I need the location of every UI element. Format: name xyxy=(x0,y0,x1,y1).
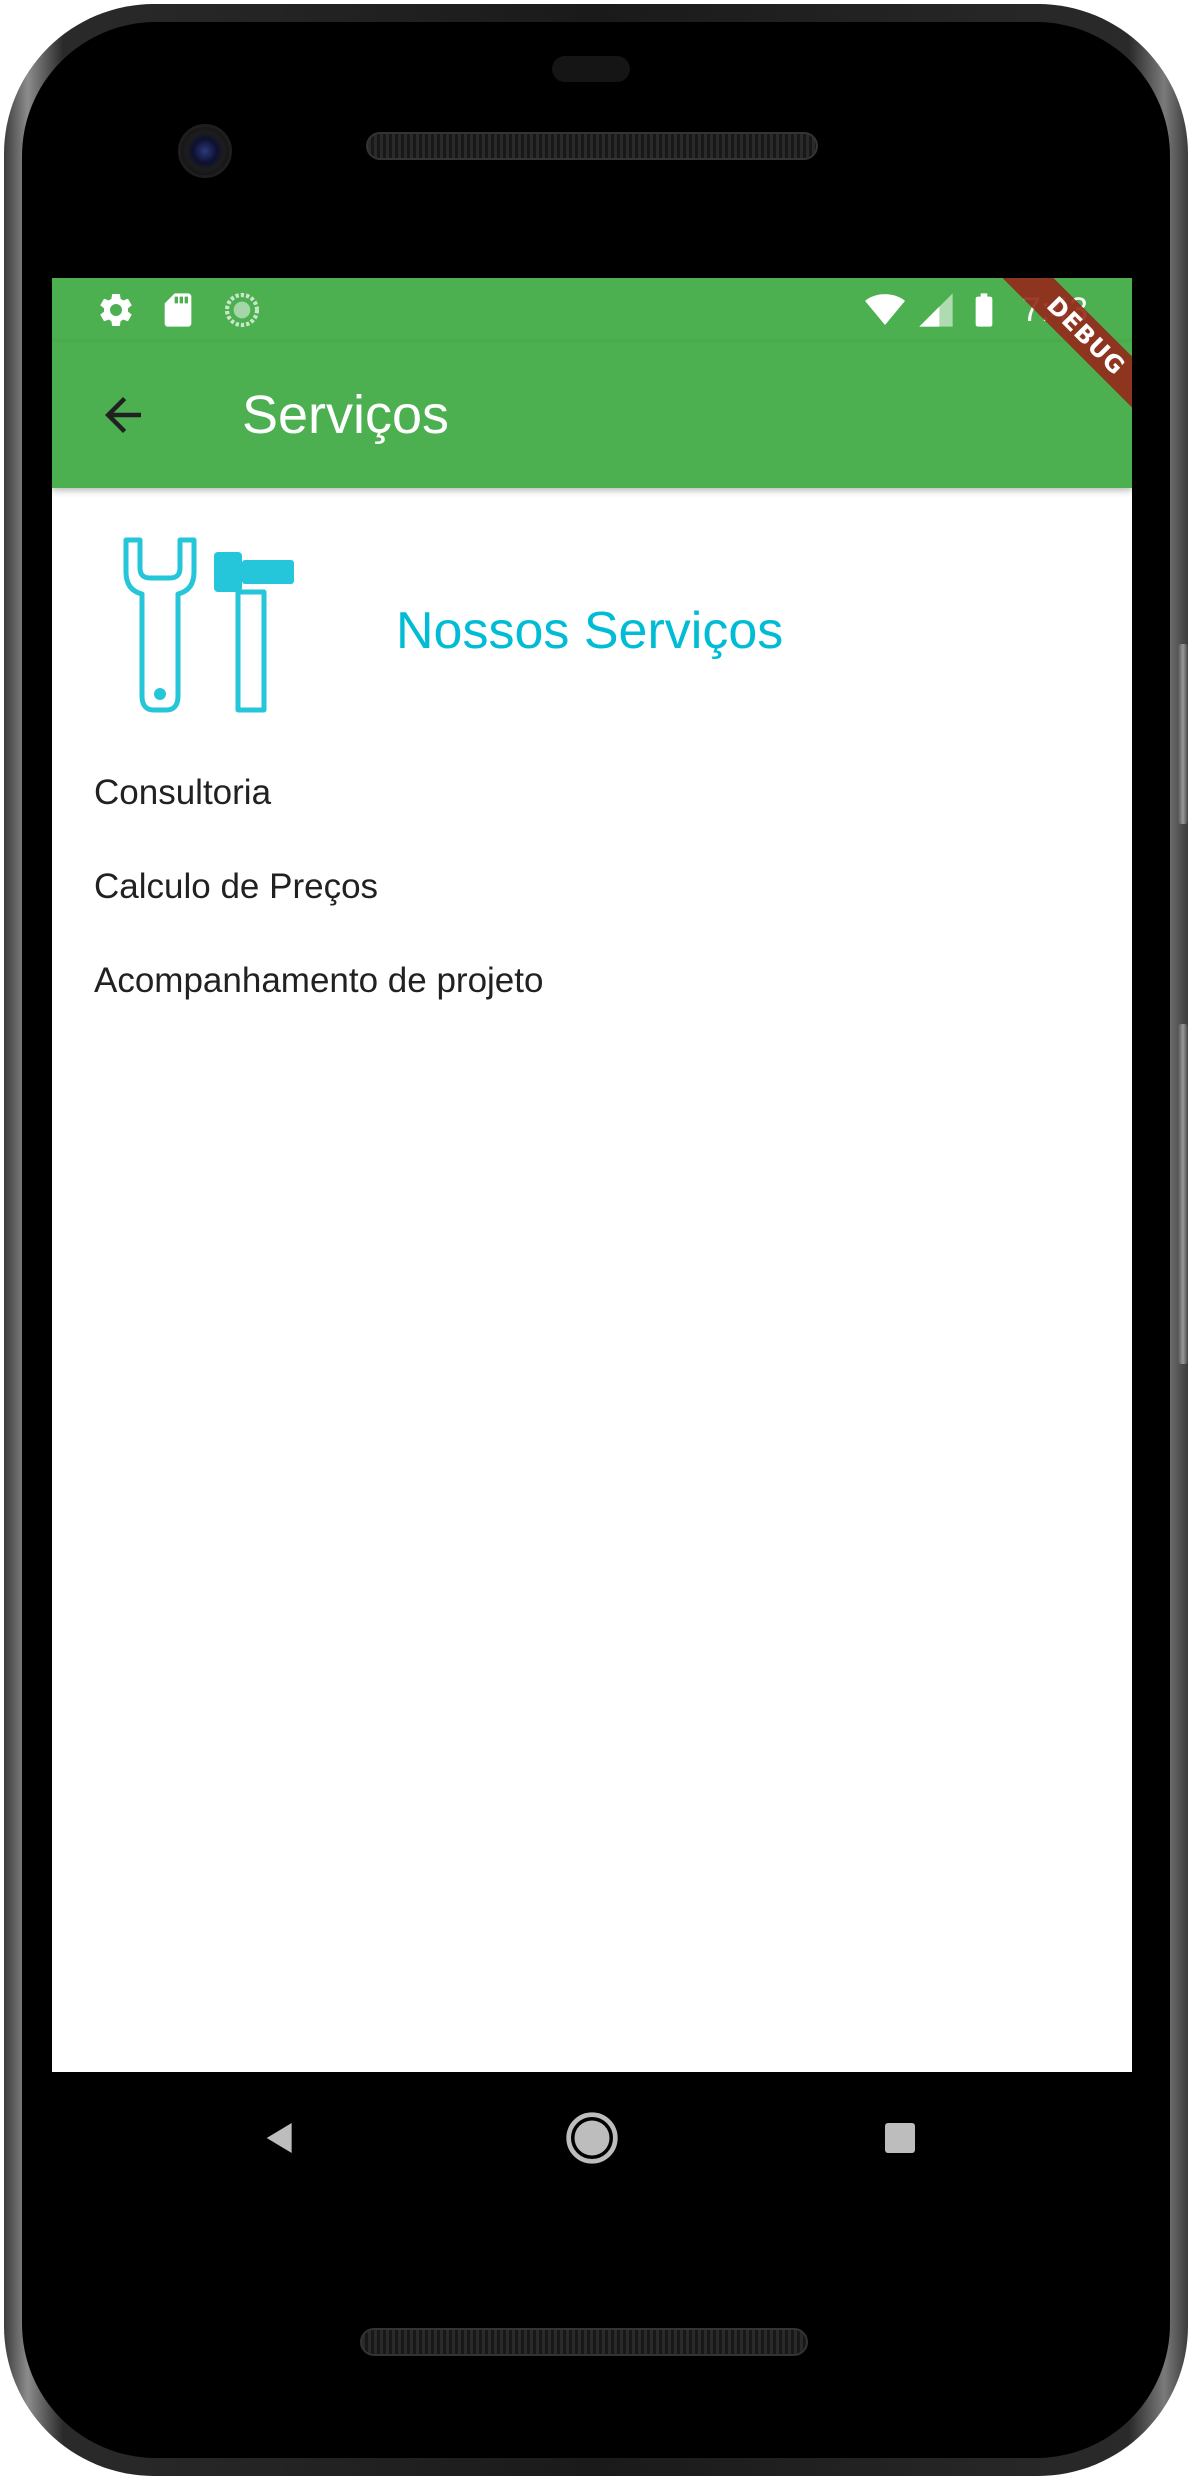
status-time: 7:43 xyxy=(1021,291,1088,329)
bottom-speaker-grille xyxy=(360,2328,808,2356)
navigation-bar xyxy=(52,2072,1132,2202)
nav-back-button[interactable] xyxy=(238,2096,322,2180)
list-item: Consultoria xyxy=(94,773,272,812)
recents-nav-icon xyxy=(885,2123,915,2153)
list-item: Acompanhamento de projeto xyxy=(94,961,544,1000)
front-camera xyxy=(178,124,232,178)
list-item: Calculo de Preços xyxy=(94,867,379,906)
status-bar: 7:43 xyxy=(52,278,1132,342)
page-title: Serviços xyxy=(242,385,450,445)
top-speaker-grille xyxy=(366,132,818,160)
volume-button xyxy=(1178,1024,1188,1364)
services-header: Nossos Serviços xyxy=(108,528,1088,728)
nav-home-button[interactable] xyxy=(550,2096,634,2180)
nav-recents-button[interactable] xyxy=(858,2096,942,2180)
sync-icon xyxy=(224,292,260,328)
sd-card-icon xyxy=(164,293,192,327)
battery-icon xyxy=(975,293,993,327)
tools-icon xyxy=(123,537,294,713)
power-button xyxy=(1178,644,1188,824)
arrow-back-icon xyxy=(105,397,141,433)
back-button[interactable] xyxy=(78,370,168,460)
app-screen: 7:43 Serviços DEBUG Nossos Serviços Cons… xyxy=(52,278,1132,2072)
app-bar: Serviços xyxy=(52,342,1132,488)
home-nav-icon xyxy=(566,2112,618,2164)
signal-icon xyxy=(919,293,953,327)
earpiece-slot xyxy=(552,56,630,82)
settings-icon xyxy=(100,293,132,326)
wifi-icon xyxy=(865,294,905,325)
back-nav-icon xyxy=(266,2123,292,2153)
section-title: Nossos Serviços xyxy=(396,602,784,660)
